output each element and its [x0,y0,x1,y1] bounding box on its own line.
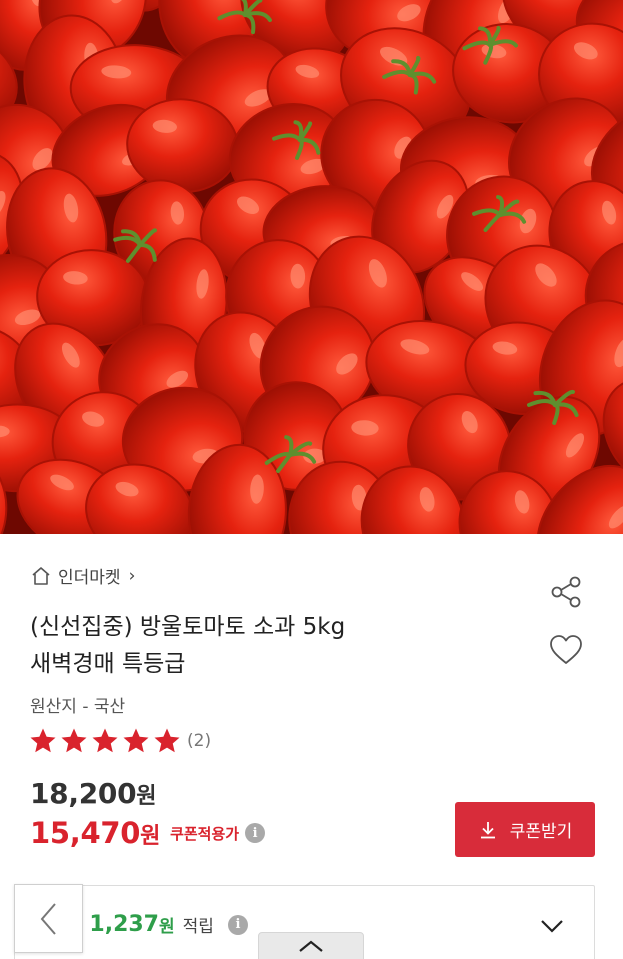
original-price-value: 18,200 [30,777,137,810]
chevron-up-icon [299,940,323,952]
star-icon [92,728,118,753]
sale-price-row: 15,470원 쿠폰적용가 i [30,816,266,850]
star-icon [61,728,87,753]
share-button[interactable] [544,572,588,612]
home-icon [30,565,52,587]
bottom-sheet-handle[interactable] [258,932,364,959]
download-icon [480,821,495,838]
points-value: 1,237 [89,912,159,937]
star-icon [123,728,149,753]
tomato-photo [0,0,623,534]
chevron-down-icon[interactable] [537,914,567,938]
star-icon [154,728,180,753]
back-button[interactable] [14,884,83,953]
coupon-price-label: 쿠폰적용가 [170,824,240,843]
product-title-line1: (신선집중) 방울토마토 소과 5kg [30,614,346,640]
sale-price-unit: 원 [140,824,161,849]
original-price-unit: 원 [136,784,157,809]
chevron-left-icon [40,902,56,935]
product-image [0,0,623,534]
rating[interactable]: (2) [28,726,211,756]
sale-price-value: 15,470 [30,816,141,850]
wishlist-button[interactable] [544,630,588,670]
points-summary: 대 1,237원 적립 i [65,910,248,939]
store-link[interactable]: 인더마켓 › [30,563,135,588]
info-icon[interactable]: i [245,823,266,843]
heart-icon [550,635,582,664]
get-coupon-button[interactable]: 쿠폰받기 [455,802,595,857]
points-label: 적립 [182,917,214,937]
product-title: (신선집중) 방울토마토 소과 5kg 새벽경매 특등급 [30,609,525,683]
original-price: 18,200원 [30,777,157,810]
get-coupon-label: 쿠폰받기 [509,822,573,842]
store-name: 인더마켓 [58,568,121,588]
product-title-line2: 새벽경매 특등급 [30,651,186,677]
chevron-right-icon: › [128,565,136,586]
star-rating [28,726,182,756]
review-count: (2) [187,731,212,751]
product-origin: 원산지 - 국산 [30,697,126,717]
points-info-icon[interactable]: i [227,914,248,935]
star-icon [30,728,56,753]
points-unit: 원 [159,917,175,937]
share-icon [551,576,581,608]
sale-price: 15,470원 [30,816,160,850]
